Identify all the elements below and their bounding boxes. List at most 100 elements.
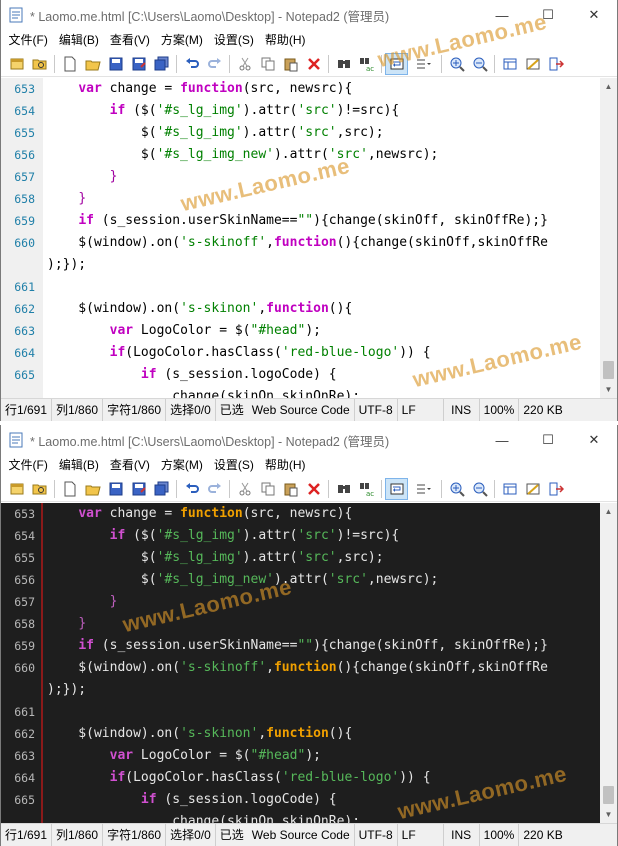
code-line[interactable]: var LogoColor = $("#head"); (47, 745, 600, 767)
scroll-up-arrow-icon[interactable]: ▲ (600, 78, 617, 95)
replace-icon[interactable]: ac (355, 478, 378, 500)
menu-edit[interactable]: 编辑(B) (53, 455, 104, 476)
scheme-icon[interactable] (498, 478, 521, 500)
code-line[interactable]: $(window).on('s-skinoff',function(){chan… (47, 657, 600, 679)
code-line[interactable]: if(LogoColor.hasClass('red-blue-logo')) … (47, 767, 600, 789)
scroll-thumb[interactable] (603, 786, 614, 804)
zoom-in-icon[interactable] (445, 53, 468, 75)
vertical-scrollbar[interactable]: ▲ ▼ (600, 503, 617, 823)
redo-icon[interactable] (203, 53, 226, 75)
code-line[interactable]: $(window).on('s-skinoff',function(){chan… (47, 232, 600, 254)
open-file-icon[interactable] (81, 53, 104, 75)
vertical-scrollbar[interactable]: ▲ ▼ (600, 78, 617, 398)
menu-file[interactable]: 文件(F) (3, 455, 53, 476)
code-line[interactable]: );}); (47, 254, 600, 276)
code-line[interactable]: } (47, 591, 600, 613)
zoom-in-icon[interactable] (445, 478, 468, 500)
menu-file[interactable]: 文件(F) (3, 30, 53, 51)
exit-icon[interactable] (544, 53, 567, 75)
new-file-icon[interactable] (58, 478, 81, 500)
save-as-icon[interactable] (127, 53, 150, 75)
cut-icon[interactable] (233, 478, 256, 500)
replace-icon[interactable]: ac (355, 53, 378, 75)
menu-help[interactable]: 帮助(H) (259, 30, 311, 51)
zoom-out-icon[interactable] (468, 478, 491, 500)
undo-icon[interactable] (180, 478, 203, 500)
code-area[interactable]: var change = function(src, newsrc){ if (… (47, 78, 600, 398)
minimize-button[interactable]: — (479, 425, 525, 455)
save-all-icon[interactable] (150, 478, 173, 500)
code-line[interactable]: change(skinOn,skinOnRe); (47, 811, 600, 823)
undo-icon[interactable] (180, 53, 203, 75)
code-line[interactable]: $('#s_lg_img_new').attr('src',newsrc); (47, 144, 600, 166)
code-line[interactable]: if (s_session.logoCode) { (47, 789, 600, 811)
word-wrap-icon[interactable] (385, 478, 408, 500)
scroll-up-arrow-icon[interactable]: ▲ (600, 503, 617, 520)
new-window-icon[interactable] (5, 478, 28, 500)
status-scheme[interactable]: Web Source Code (248, 398, 355, 421)
code-line[interactable] (47, 276, 600, 298)
open-folder-icon[interactable] (28, 478, 51, 500)
menu-scheme[interactable]: 方案(M) (155, 455, 208, 476)
code-line[interactable]: if (s_session.userSkinName==""){change(s… (47, 210, 600, 232)
exit-icon[interactable] (544, 478, 567, 500)
save-icon[interactable] (104, 53, 127, 75)
maximize-button[interactable]: ☐ (525, 425, 571, 455)
close-button[interactable]: ✕ (571, 0, 617, 30)
paste-icon[interactable] (279, 478, 302, 500)
scheme-icon[interactable] (498, 53, 521, 75)
status-scheme[interactable]: Web Source Code (248, 823, 355, 846)
settings-icon[interactable] (521, 53, 544, 75)
new-file-icon[interactable] (58, 53, 81, 75)
title-bar[interactable]: * Laomo.me.html [C:\Users\Laomo\Desktop]… (1, 425, 617, 455)
code-editor[interactable]: 653 654 655 656 657 658 659 660 661 662 663 664 665 … (1, 78, 617, 398)
code-line[interactable]: if (s_session.userSkinName==""){change(s… (47, 635, 600, 657)
menu-help[interactable]: 帮助(H) (259, 455, 311, 476)
code-line[interactable]: );}); (47, 679, 600, 701)
menu-view[interactable]: 查看(V) (104, 30, 155, 51)
more-icon[interactable] (408, 478, 438, 500)
close-button[interactable]: ✕ (571, 425, 617, 455)
code-line[interactable]: $('#s_lg_img').attr('src',src); (47, 547, 600, 569)
code-line[interactable]: $('#s_lg_img_new').attr('src',newsrc); (47, 569, 600, 591)
code-line[interactable]: $(window).on('s-skinon',function(){ (47, 723, 600, 745)
open-file-icon[interactable] (81, 478, 104, 500)
code-line[interactable]: $(window).on('s-skinon',function(){ (47, 298, 600, 320)
redo-icon[interactable] (203, 478, 226, 500)
code-line[interactable] (47, 701, 600, 723)
scroll-down-arrow-icon[interactable]: ▼ (600, 381, 617, 398)
maximize-button[interactable]: ☐ (525, 0, 571, 30)
save-as-icon[interactable] (127, 478, 150, 500)
menu-edit[interactable]: 编辑(B) (53, 30, 104, 51)
copy-icon[interactable] (256, 478, 279, 500)
code-line[interactable]: $('#s_lg_img').attr('src',src); (47, 122, 600, 144)
menu-settings[interactable]: 设置(S) (208, 30, 259, 51)
minimize-button[interactable]: — (479, 0, 525, 30)
code-line[interactable]: } (47, 613, 600, 635)
menu-settings[interactable]: 设置(S) (208, 455, 259, 476)
save-icon[interactable] (104, 478, 127, 500)
find-icon[interactable] (332, 478, 355, 500)
code-line[interactable]: var change = function(src, newsrc){ (47, 503, 600, 525)
code-line[interactable]: } (47, 188, 600, 210)
code-line[interactable]: if ($('#s_lg_img').attr('src')!=src){ (47, 100, 600, 122)
copy-icon[interactable] (256, 53, 279, 75)
new-window-icon[interactable] (5, 53, 28, 75)
paste-icon[interactable] (279, 53, 302, 75)
code-line[interactable]: var LogoColor = $("#head"); (47, 320, 600, 342)
code-line[interactable]: var change = function(src, newsrc){ (47, 78, 600, 100)
save-all-icon[interactable] (150, 53, 173, 75)
delete-icon[interactable] (302, 53, 325, 75)
code-line[interactable]: if (s_session.logoCode) { (47, 364, 600, 386)
code-area[interactable]: var change = function(src, newsrc){ if (… (47, 503, 600, 823)
code-line[interactable]: if(LogoColor.hasClass('red-blue-logo')) … (47, 342, 600, 364)
word-wrap-icon[interactable] (385, 53, 408, 75)
status-eol[interactable]: LF (398, 823, 444, 846)
open-folder-icon[interactable] (28, 53, 51, 75)
code-line[interactable]: change(skinOn,skinOnRe); (47, 386, 600, 398)
scroll-thumb[interactable] (603, 361, 614, 379)
scroll-down-arrow-icon[interactable]: ▼ (600, 806, 617, 823)
status-encoding[interactable]: UTF-8 (355, 398, 398, 421)
delete-icon[interactable] (302, 478, 325, 500)
status-eol[interactable]: LF (398, 398, 444, 421)
